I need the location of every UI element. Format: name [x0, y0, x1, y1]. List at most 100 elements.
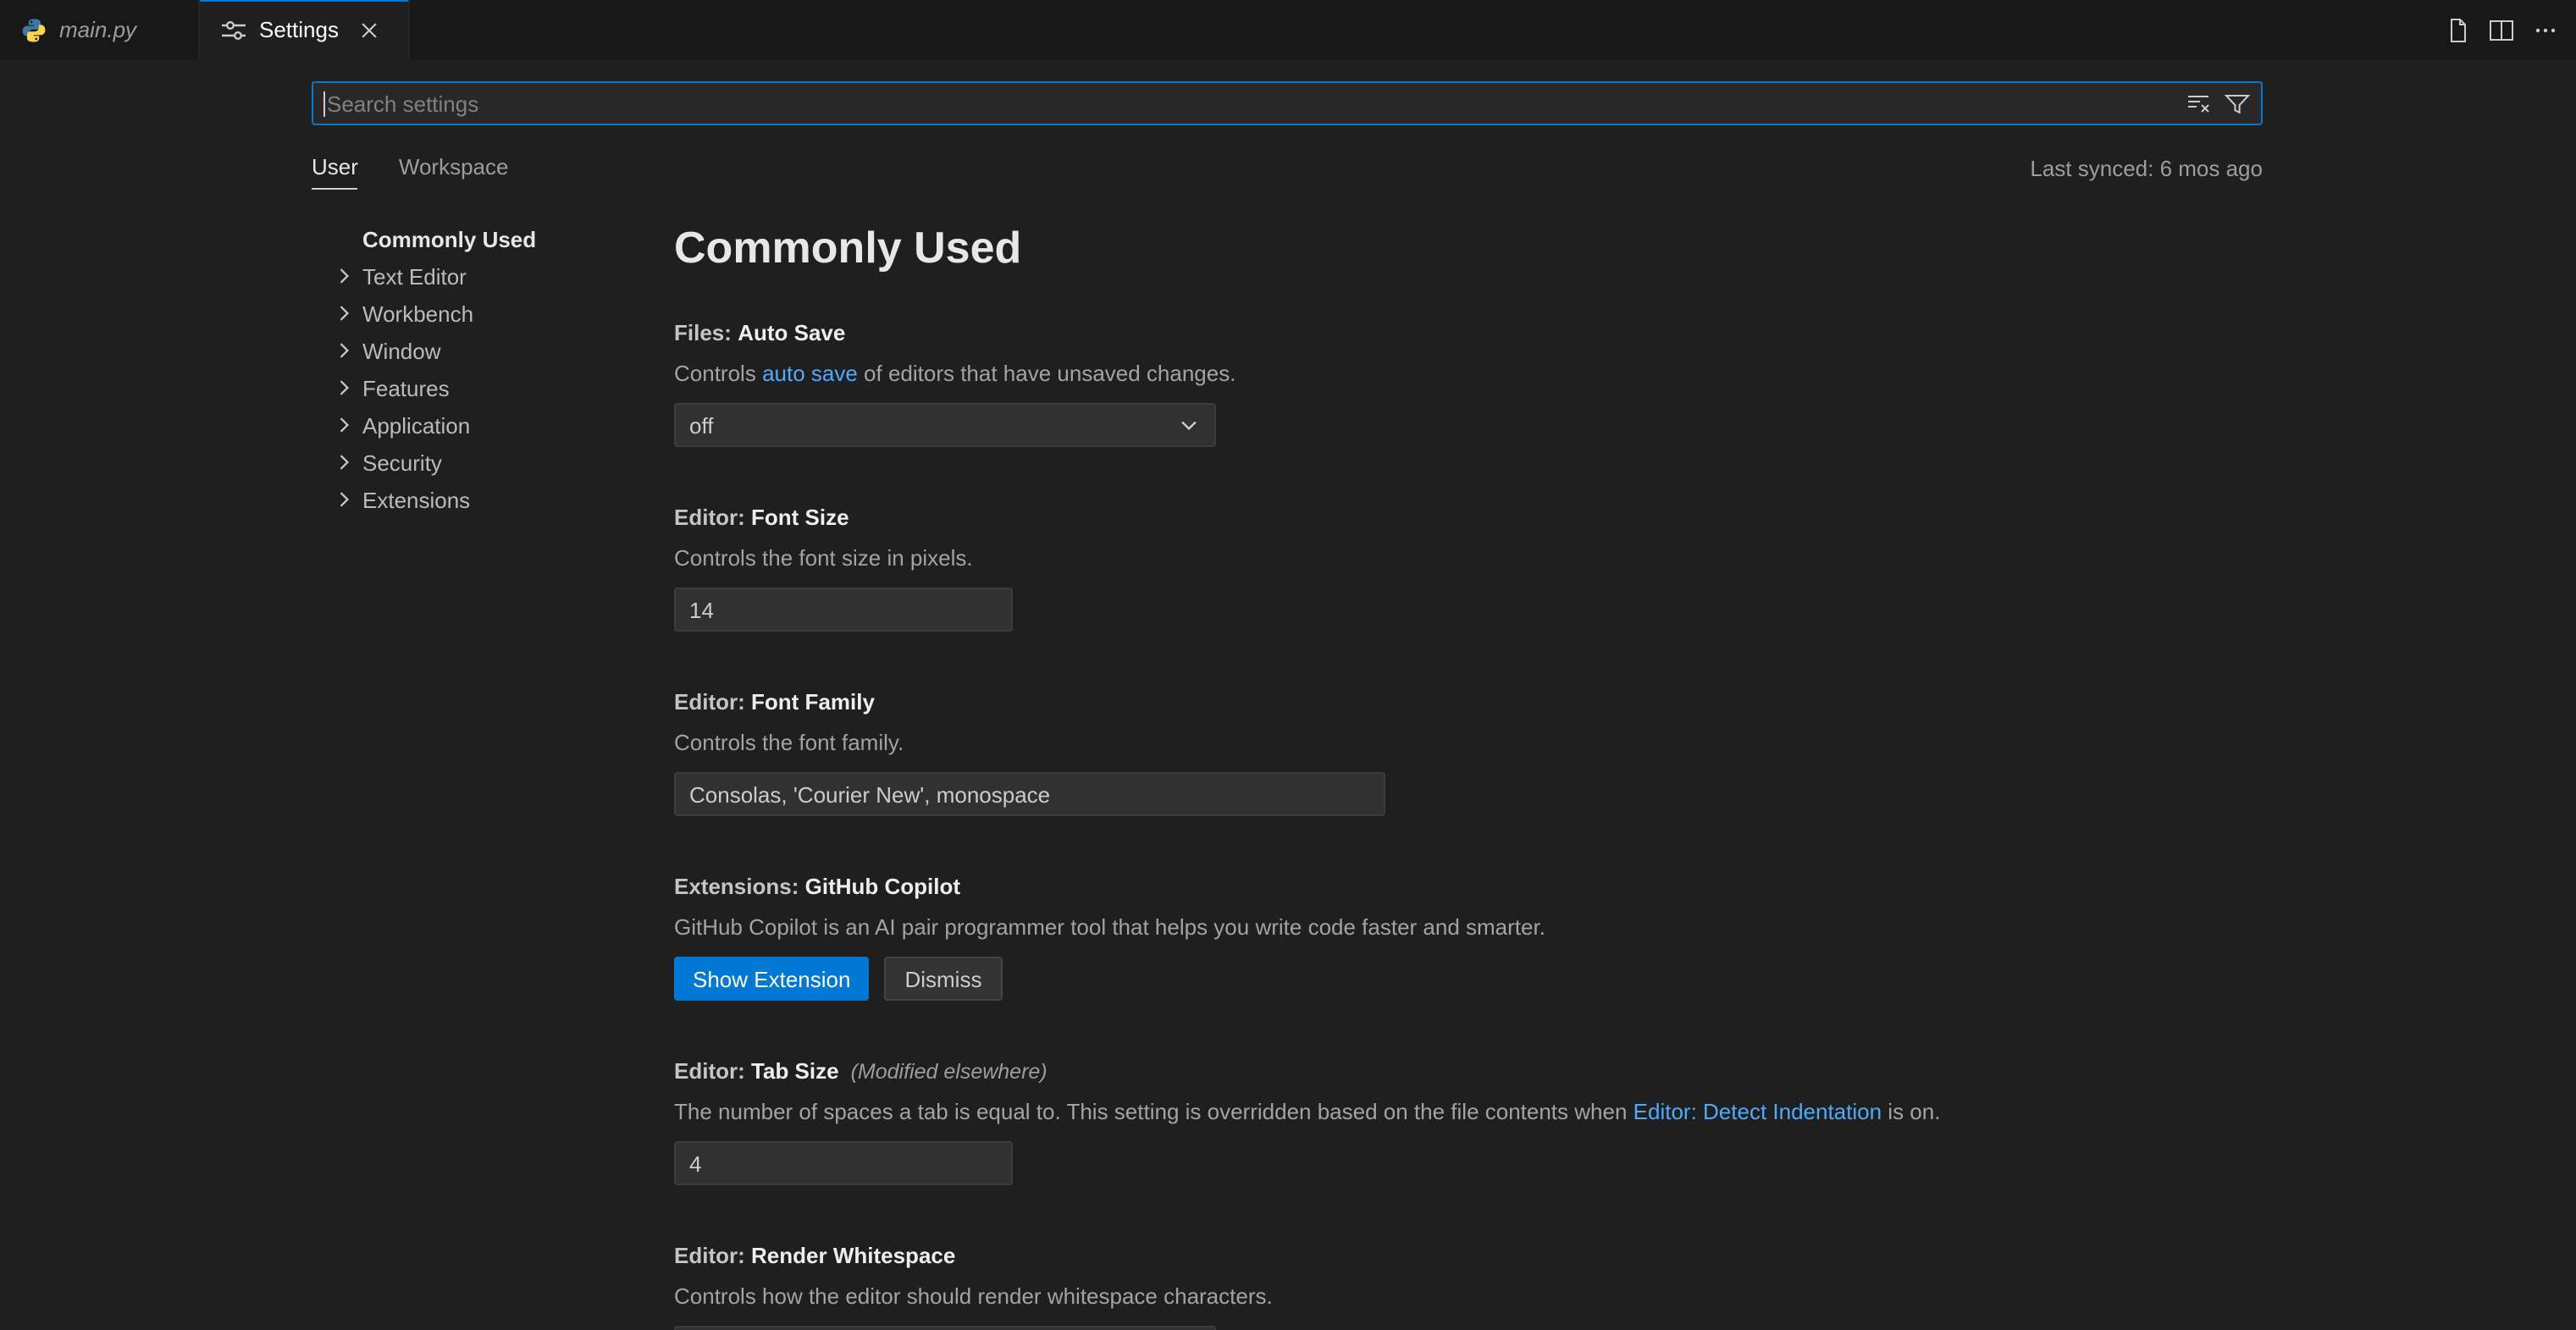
- text-caret: [323, 91, 325, 116]
- setting-name: Font Family: [751, 689, 875, 715]
- setting-name: Auto Save: [738, 320, 845, 345]
- editor-tab-bar: main.py Settings: [0, 0, 2576, 59]
- open-settings-json-icon[interactable]: [2444, 16, 2471, 43]
- setting-title: Editor: Render Whitespace: [674, 1241, 2263, 1272]
- setting-description: Controls the font size in pixels.: [674, 544, 2263, 574]
- toc-label: Extensions: [362, 487, 470, 512]
- setting-description: Controls the font family.: [674, 728, 2263, 759]
- setting-description: Controls how the editor should render wh…: [674, 1282, 2263, 1312]
- chevron-right-icon[interactable]: [332, 411, 362, 439]
- setting-category: Editor:: [674, 505, 745, 530]
- scope-tabs: User Workspace: [312, 154, 509, 190]
- tab-workspace-settings[interactable]: Workspace: [399, 154, 509, 190]
- setting-title: Editor: Tab Size (Modified elsewhere): [674, 1057, 2263, 1087]
- setting-control: Show Extension Dismiss: [674, 957, 2263, 1001]
- description-text: is on.: [1882, 1099, 1940, 1124]
- chevron-down-icon: [1177, 413, 1201, 437]
- toc-item-text-editor[interactable]: Text Editor: [312, 257, 674, 295]
- search-placeholder: Search settings: [327, 91, 478, 116]
- setting-category: Editor:: [674, 689, 745, 715]
- toc-item-security[interactable]: Security: [312, 444, 674, 481]
- toc-item-workbench[interactable]: Workbench: [312, 295, 674, 332]
- setting-editor-render-whitespace: Editor: Render Whitespace Controls how th…: [674, 1241, 2263, 1330]
- setting-select[interactable]: off: [674, 403, 1216, 447]
- toc-label: Features: [362, 375, 450, 400]
- setting-title: Editor: Font Size: [674, 503, 2263, 533]
- more-actions-icon[interactable]: [2532, 16, 2559, 43]
- setting-input[interactable]: [674, 588, 1013, 632]
- split-editor-icon[interactable]: [2488, 16, 2515, 43]
- setting-name: Tab Size: [751, 1058, 839, 1084]
- chevron-right-icon[interactable]: [332, 262, 362, 290]
- setting-editor-font-family: Editor: Font Family Controls the font fam…: [674, 687, 2263, 816]
- description-text: of editors that have unsaved changes.: [858, 361, 1236, 386]
- settings-search-input[interactable]: Search settings: [312, 81, 2263, 125]
- setting-control: [674, 1141, 2263, 1185]
- setting-control: off: [674, 403, 2263, 447]
- setting-category: Files:: [674, 320, 732, 345]
- tab-main-py[interactable]: main.py: [0, 0, 200, 59]
- setting-control: [674, 1326, 2263, 1330]
- scope-row: User Workspace Last synced: 6 mos ago: [312, 154, 2263, 190]
- setting-input[interactable]: [674, 772, 1385, 816]
- vscode-window: main.py Settings Search settings User W: [0, 0, 2576, 1330]
- setting-description: GitHub Copilot is an AI pair programmer …: [674, 913, 2263, 943]
- toc-label: Text Editor: [362, 263, 467, 289]
- filter-settings-icon[interactable]: [2224, 90, 2251, 117]
- setting-category: Extensions:: [674, 874, 799, 899]
- close-tab-icon[interactable]: [354, 14, 384, 45]
- description-text: Controls the font size in pixels.: [674, 545, 973, 571]
- setting-name: Font Size: [751, 505, 849, 530]
- setting-name: Render Whitespace: [751, 1243, 955, 1268]
- toc-label: Security: [362, 450, 442, 475]
- setting-category: Editor:: [674, 1243, 745, 1268]
- setting-input[interactable]: [674, 1141, 1013, 1185]
- editor-actions: [2444, 0, 2559, 59]
- sync-status: Last synced: 6 mos ago: [2030, 156, 2263, 190]
- description-text: Controls the font family.: [674, 730, 904, 755]
- twistie-placeholder: [332, 225, 362, 252]
- setting-link-auto-save[interactable]: auto save: [762, 361, 858, 386]
- show-extension-button[interactable]: Show Extension: [674, 957, 869, 1001]
- setting-link-editor-detect-indentation[interactable]: Editor: Detect Indentation: [1633, 1099, 1882, 1124]
- toc-item-extensions[interactable]: Extensions: [312, 481, 674, 518]
- settings-sliders-icon: [220, 16, 247, 43]
- toc-item-application[interactable]: Application: [312, 406, 674, 444]
- setting-editor-font-size: Editor: Font Size Controls the font size …: [674, 503, 2263, 632]
- setting-description: The number of spaces a tab is equal to. …: [674, 1097, 2263, 1128]
- settings-container: Files: Auto Save Controls auto save of ed…: [674, 318, 2263, 1330]
- tab-user-settings[interactable]: User: [312, 154, 358, 190]
- tab-label: main.py: [59, 17, 136, 42]
- setting-description: Controls auto save of editors that have …: [674, 359, 2263, 389]
- toc-label: Window: [362, 338, 441, 363]
- settings-list: Commonly Used Files: Auto Save Controls a…: [674, 217, 2263, 1330]
- modified-elsewhere-note: (Modified elsewhere): [851, 1060, 1048, 1084]
- description-text: Controls how the editor should render wh…: [674, 1283, 1273, 1309]
- setting-select[interactable]: [674, 1326, 1216, 1330]
- setting-name: GitHub Copilot: [805, 874, 960, 899]
- description-text: Controls: [674, 361, 762, 386]
- toc-item-features[interactable]: Features: [312, 369, 674, 406]
- toc-item-window[interactable]: Window: [312, 332, 674, 369]
- setting-files-auto-save: Files: Auto Save Controls auto save of ed…: [674, 318, 2263, 447]
- setting-extensions-github-copilot: Extensions: GitHub CopilotGitHub Copilot…: [674, 872, 2263, 1001]
- setting-category: Editor:: [674, 1058, 745, 1084]
- page-title: Commonly Used: [674, 220, 2263, 274]
- chevron-right-icon[interactable]: [332, 337, 362, 364]
- chevron-right-icon[interactable]: [332, 449, 362, 476]
- settings-editor: Search settings User Workspace Last sync…: [0, 59, 2576, 1330]
- chevron-right-icon[interactable]: [332, 374, 362, 401]
- settings-body: Commonly Used Text Editor Workbench Window F…: [312, 217, 2263, 1330]
- dismiss-button[interactable]: Dismiss: [884, 957, 1002, 1001]
- setting-title: Extensions: GitHub Copilot: [674, 872, 2263, 902]
- toc-label: Application: [362, 412, 470, 438]
- settings-toc: Commonly Used Text Editor Workbench Window F…: [312, 217, 674, 518]
- tab-label: Settings: [259, 17, 339, 42]
- chevron-right-icon[interactable]: [332, 300, 362, 327]
- tab-settings[interactable]: Settings: [200, 0, 410, 59]
- chevron-right-icon[interactable]: [332, 486, 362, 513]
- toc-item-commonly-used[interactable]: Commonly Used: [312, 220, 674, 257]
- search-actions: [2185, 83, 2251, 124]
- setting-title: Editor: Font Family: [674, 687, 2263, 718]
- clear-search-results-icon[interactable]: [2185, 90, 2212, 117]
